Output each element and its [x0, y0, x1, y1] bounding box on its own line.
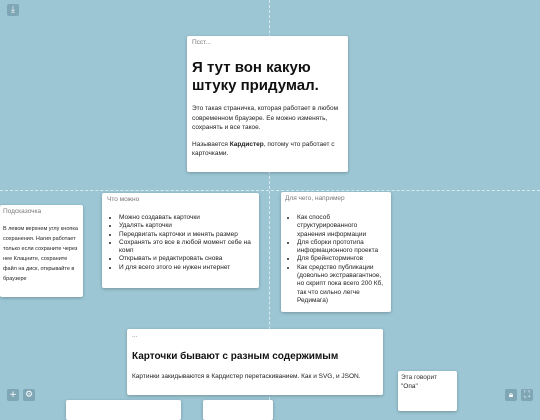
card-title: Я тут вон какую штуку придумал. — [192, 59, 319, 94]
card-text: Картинки закидываются в Кардистер перета… — [132, 373, 361, 380]
card-uses[interactable]: Для чего, например Как способ структурир… — [281, 192, 391, 312]
list-item: Для сборки прототипа информационного про… — [297, 239, 387, 256]
card-paragraph: Это такая страничка, которая работает в … — [192, 105, 339, 131]
card-label: Подсказочка — [3, 208, 42, 215]
card-text: В левом верхнем углу кнопка сохранения. … — [3, 226, 78, 282]
gear-icon: ⚙ — [24, 390, 34, 400]
card-title: Карточки бывают с разным содержимым — [132, 351, 339, 362]
card-label: Псст... — [192, 39, 211, 46]
download-icon: ⤓ — [11, 5, 15, 15]
list-item: Для брейнстормингов — [297, 255, 387, 263]
list-item: Как средство публикации (довольно экстра… — [297, 264, 387, 305]
settings-button[interactable]: ⚙ — [23, 389, 35, 401]
list-item: Сохранять это все в любой момент себе на… — [119, 239, 254, 256]
card-opa[interactable]: Эта говорит "Опа" — [398, 371, 457, 411]
fullscreen-icon: ⛶ — [523, 390, 531, 400]
card-label: Что можно — [107, 196, 140, 203]
list-item: Открывать и редактировать снова — [119, 255, 254, 263]
download-button[interactable]: ⤓ — [7, 4, 19, 16]
paragraph-text: Называется — [192, 140, 230, 148]
card-label: Эта говорит — [401, 374, 438, 381]
card-features[interactable]: Что можно Можно создавать карточки Удаля… — [102, 193, 259, 288]
plus-icon: + — [9, 390, 17, 400]
list-item: И для всего этого не нужен интернет — [119, 264, 254, 272]
list-item: Передвигать карточки и менять размер — [119, 231, 254, 239]
list-item: Как способ структурированного хранения и… — [297, 214, 387, 239]
feature-list: Можно создавать карточки Удалять карточк… — [107, 214, 254, 272]
card-paragraph: Называется Кардистер, потому что работае… — [192, 140, 343, 159]
lock-button[interactable]: 🔒︎ — [505, 389, 517, 401]
card-label: ... — [132, 332, 138, 339]
card-intro[interactable]: Псст... Я тут вон какую штуку придумал. … — [187, 36, 348, 172]
card-partial[interactable] — [66, 400, 181, 420]
lock-icon: 🔒︎ — [508, 390, 514, 399]
card-hint[interactable]: Подсказочка В левом верхнем углу кнопка … — [0, 205, 83, 297]
card-partial[interactable] — [203, 400, 273, 420]
fullscreen-button[interactable]: ⛶ — [521, 389, 533, 401]
add-card-button[interactable]: + — [7, 389, 19, 401]
app-name: Кардистер — [229, 140, 264, 148]
list-item: Удалять карточки — [119, 222, 254, 230]
horizontal-center-guide — [0, 190, 540, 191]
card-label: Для чего, например — [285, 195, 345, 202]
uses-list: Как способ структурированного хранения и… — [285, 214, 387, 305]
card-content-types[interactable]: ... Карточки бывают с разным содержимым … — [127, 329, 383, 395]
list-item: Можно создавать карточки — [119, 214, 254, 222]
card-text: "Опа" — [401, 383, 418, 390]
